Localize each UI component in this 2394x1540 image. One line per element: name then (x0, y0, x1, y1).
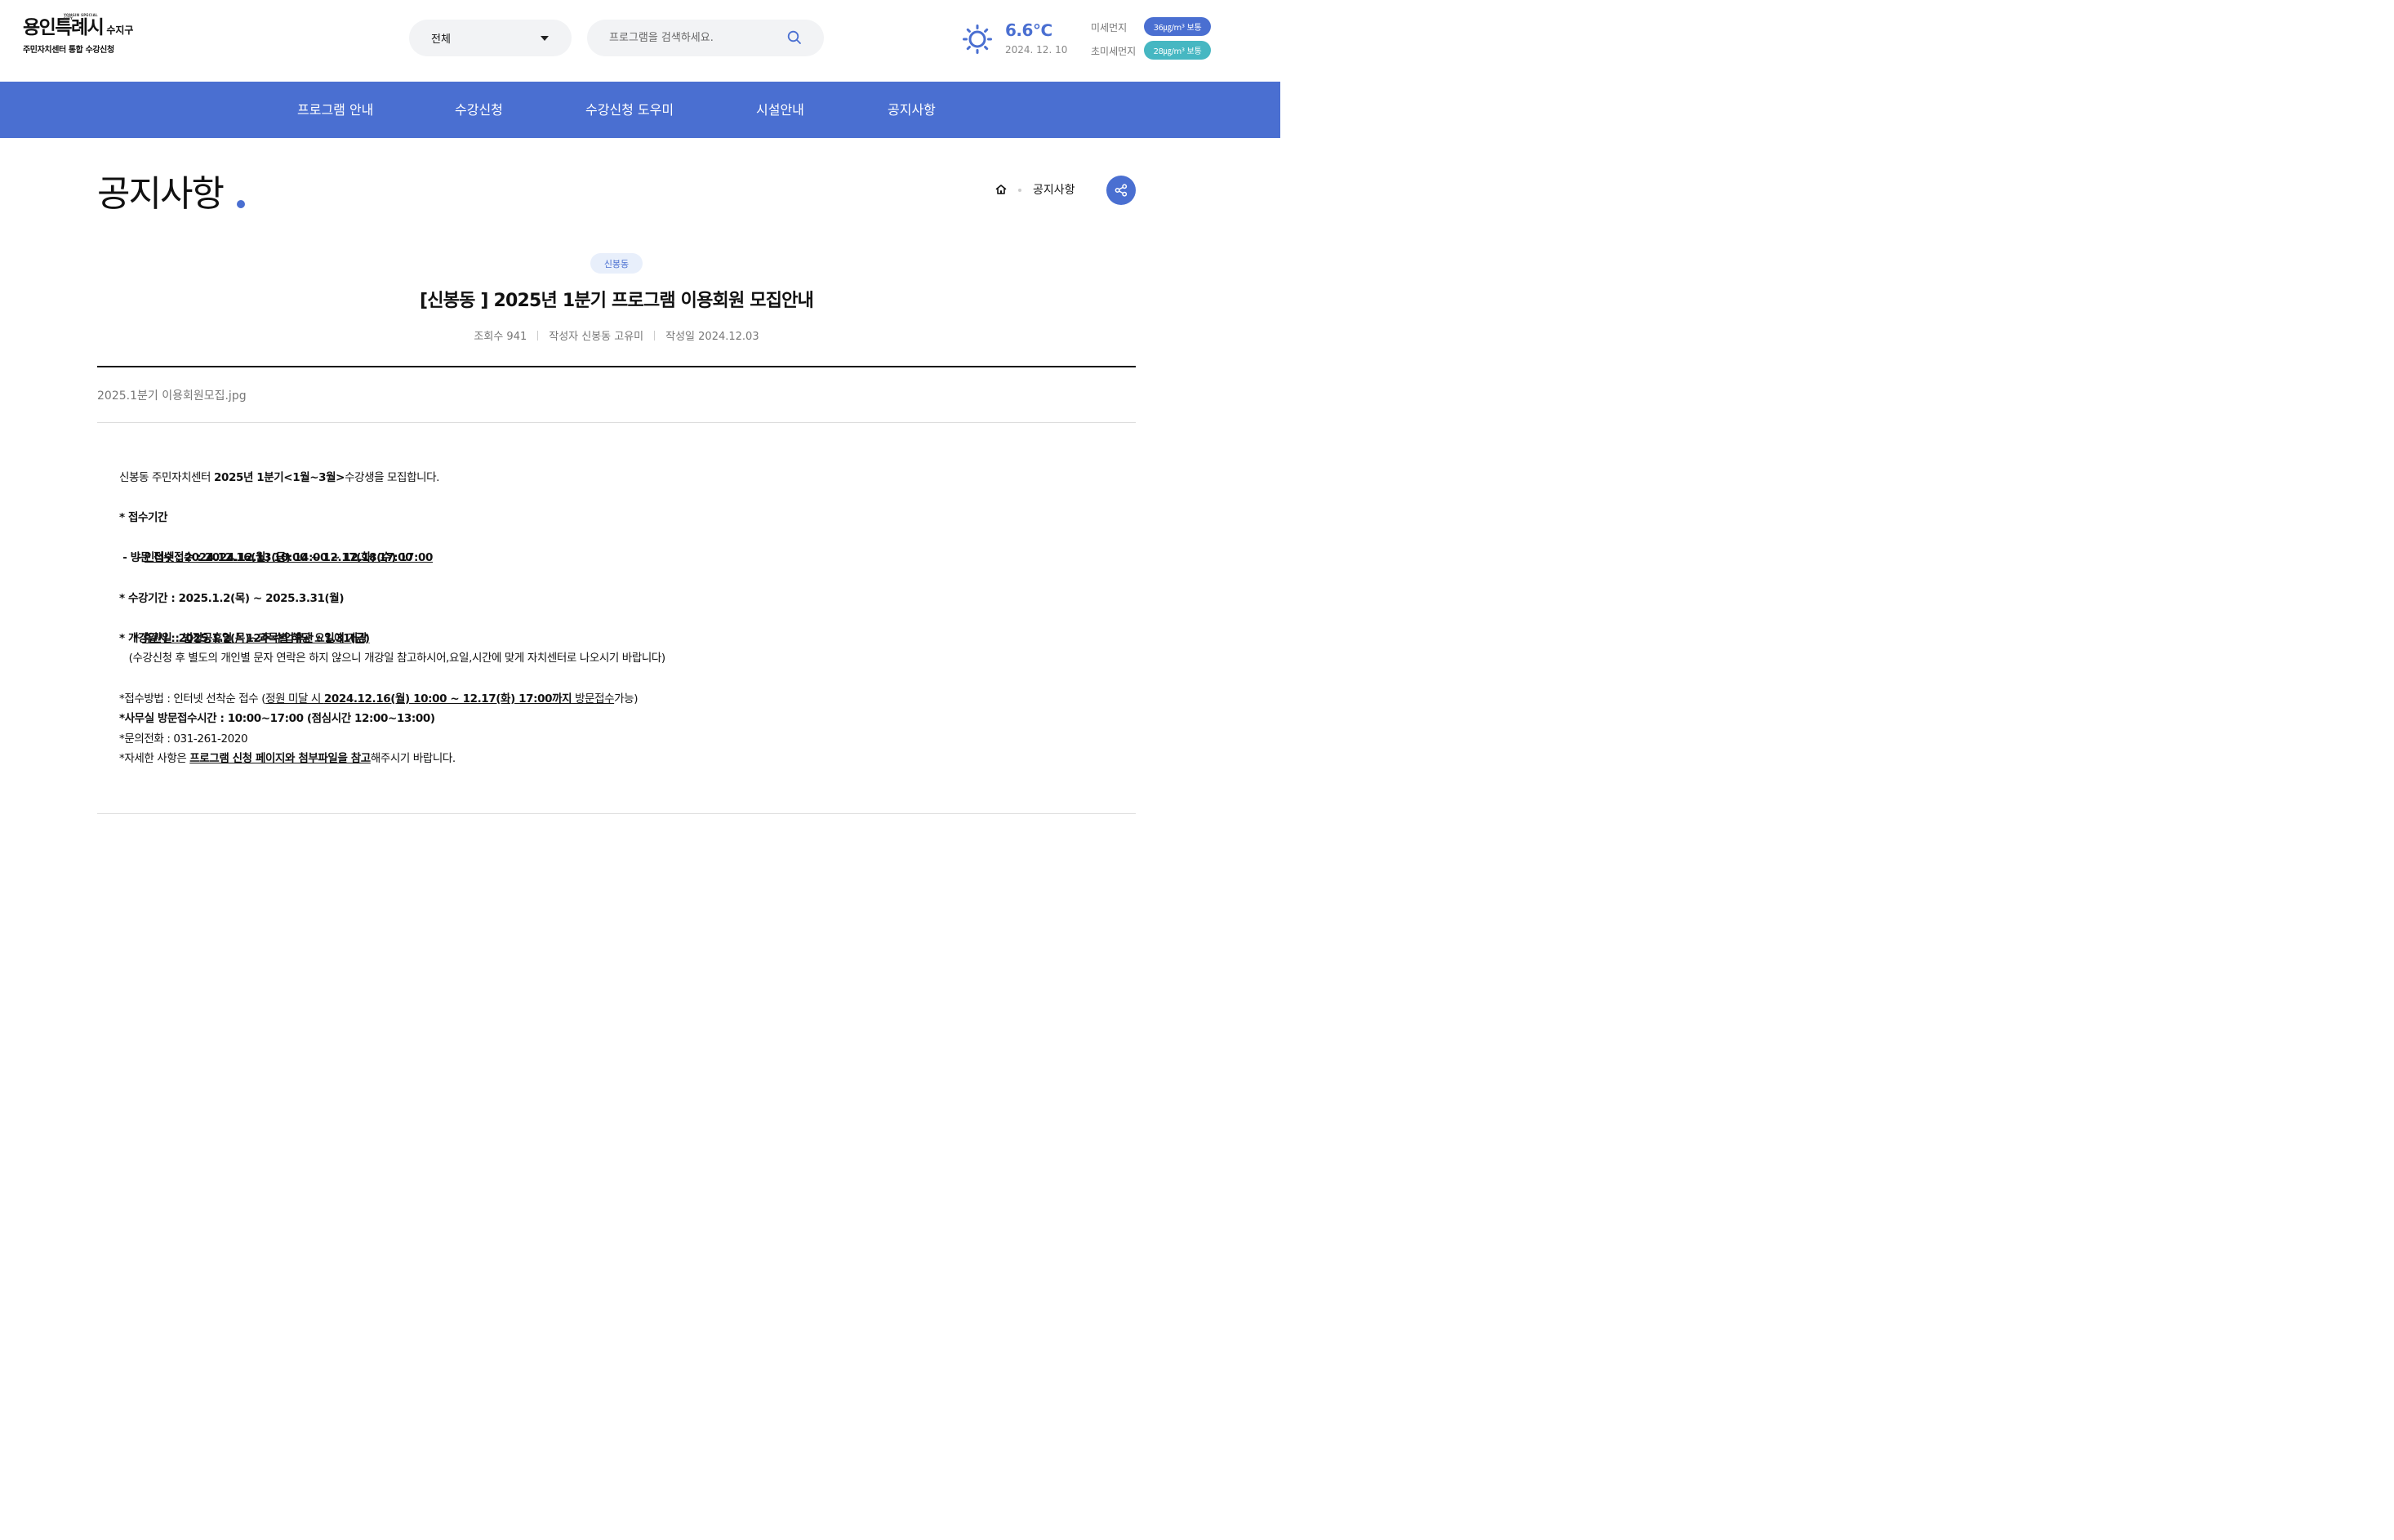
header-divider (97, 366, 1136, 367)
temperature: 6.6℃ (1005, 20, 1052, 40)
body-text: *접수방법 : 인터넷 선착순 접수 ( (119, 692, 266, 705)
body-line: * 개강일시 : 2025.1.2(목)~과목별 해당 요일에 개강 (119, 631, 367, 645)
body-text-bold: 2025년 1분기<1월~3월> (213, 471, 345, 484)
post-body: 신봉동 주민자치센터 2025년 1분기<1월~3월>수강생을 모집합니다. *… (119, 468, 1099, 769)
body-text-bold-underlined: 2024.12.16(월) 10:00 ~ 12.17(화) 17:00까지 (323, 692, 572, 705)
body-text: 수강생을 모집합니다. (345, 471, 440, 484)
nav-item-registration-helper[interactable]: 수강신청 도우미 (585, 82, 674, 138)
ultra-fine-dust-label: 초미세먼지 (1091, 46, 1137, 57)
body-text-underlined: 방문접수 (572, 692, 615, 705)
body-text: *자세한 사항은 (119, 752, 190, 766)
site-logo[interactable]: 용인특례시 YONGIN SPECIAL CITY 수지구 주민자치센터 통합 … (23, 13, 134, 56)
meta-divider (654, 331, 656, 340)
post-views: 조회수 941 (474, 331, 527, 343)
body-blank (119, 488, 1099, 509)
search-icon[interactable] (786, 29, 803, 46)
ultra-fine-dust-badge: 28㎍/m³ 보통 (1144, 41, 1211, 60)
search-box (587, 20, 824, 56)
post-meta: 조회수 941 작성자 신봉동 고유미 작성일 2024.12.03 (0, 327, 1233, 343)
logo-city-en: YONGIN SPECIAL CITY (64, 13, 98, 20)
share-button[interactable] (1106, 176, 1136, 205)
post-title: [신봉동 ] 2025년 1분기 프로그램 이용회원 모집안내 (419, 291, 814, 311)
body-bottom-divider (97, 813, 1136, 814)
body-line: *사무실 방문접수시간 : 10:00~17:00 (점심시간 12:00~13… (119, 712, 435, 726)
site-header: 용인특례시 YONGIN SPECIAL CITY 수지구 주민자치센터 통합 … (0, 0, 1280, 82)
share-icon (1115, 184, 1128, 197)
logo-main: 용인특례시 YONGIN SPECIAL CITY 수지구 (23, 13, 134, 39)
breadcrumb-separator (1018, 189, 1021, 192)
fine-dust-label: 미세먼지 (1091, 22, 1128, 33)
logo-district: 수지구 (106, 24, 134, 36)
attachment-divider (97, 422, 1136, 423)
nav-item-facilities[interactable]: 시설안내 (756, 82, 804, 138)
title-accent-dot (237, 200, 245, 208)
meta-divider (537, 331, 539, 340)
nav-item-notices[interactable]: 공지사항 (888, 82, 936, 138)
body-text-underlined: 정원 미달 시 (265, 692, 324, 705)
body-line: *접수방법 : 인터넷 선착순 접수 (정원 미달 시 2024.12.16(월… (119, 689, 1099, 710)
page-title: 공지사항 (97, 173, 225, 215)
logo-city-name: 용인특례시 YONGIN SPECIAL CITY (23, 13, 105, 39)
body-line: * 수강기간 : 2025.1.2(목) ~ 2025.3.31(월) (119, 591, 345, 605)
body-text: 해주시기 바랍니다. (370, 752, 456, 766)
body-text: 가능) (614, 692, 639, 705)
logo-subtitle: 주민자치센터 통합 수강신청 (23, 46, 114, 55)
search-input[interactable] (609, 20, 789, 56)
body-line: *문의전화 : 031-261-2020 (119, 732, 248, 746)
category-select-value: 전체 (431, 33, 451, 46)
breadcrumb-current[interactable]: 공지사항 (1033, 181, 1075, 198)
chevron-down-icon (541, 36, 549, 41)
body-text: 신봉동 주민자치센터 (119, 471, 214, 484)
body-text-bold-underlined: 프로그램 신청 페이지와 첨부파일을 참고 (189, 752, 371, 766)
body-line: * 접수기간 (119, 511, 168, 525)
home-icon[interactable] (995, 183, 1008, 196)
body-line: *자세한 사항은 프로그램 신청 페이지와 첨부파일을 참고해주시기 바랍니다. (119, 749, 1099, 769)
body-blank (119, 669, 1099, 689)
sun-icon (963, 24, 992, 54)
body-line: (수강신청 후 별도의 개인별 문자 연락은 하지 않으니 개강일 참고하시어,… (119, 652, 665, 665)
category-select[interactable]: 전체 (409, 20, 572, 56)
body-line: 신봉동 주민자치센터 2025년 1분기<1월~3월>수강생을 모집합니다. (119, 468, 1099, 488)
nav-item-registration[interactable]: 수강신청 (455, 82, 503, 138)
body-blank (119, 568, 1099, 589)
category-badge: 신봉동 (590, 253, 643, 274)
body-line: - 방문 접수 : 2024.12.16(월) 10:00 ~ 12.17(화)… (119, 551, 413, 565)
fine-dust-badge: 36㎍/m³ 보통 (1144, 17, 1211, 36)
nav-item-program-info[interactable]: 프로그램 안내 (297, 82, 373, 138)
post-author: 작성자 신봉동 고유미 (549, 331, 644, 343)
body-line: - 인터넷접수 : 2024.12.13(금) 14:00 ~ 12.18(수)… (119, 528, 1099, 564)
body-line: * 휴관일 : 법정공휴일 / 12주 수업휴관 : 1.31(금) (119, 608, 1099, 645)
weather-date: 2024. 12. 10 (1005, 44, 1068, 56)
attachment-link[interactable]: 2025.1분기 이용회원모집.jpg (97, 387, 247, 403)
post-date: 작성일 2024.12.03 (665, 331, 759, 343)
main-nav: 프로그램 안내 수강신청 수강신청 도우미 시설안내 공지사항 (0, 82, 1280, 138)
